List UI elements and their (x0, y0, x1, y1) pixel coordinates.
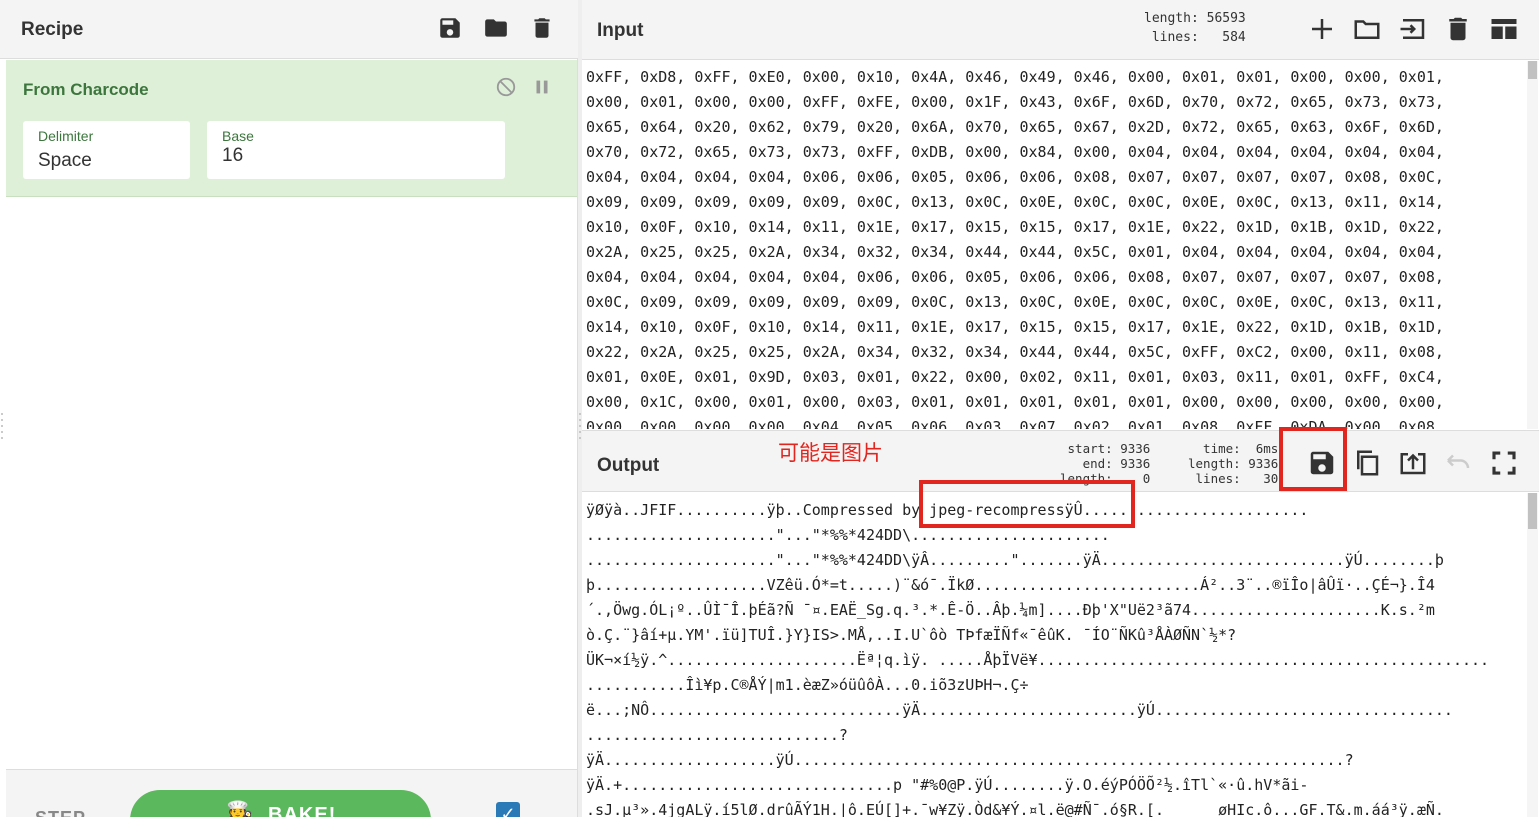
load-file-icon[interactable] (1398, 14, 1428, 44)
fullscreen-icon[interactable] (1489, 448, 1519, 478)
base-label: Base (222, 128, 254, 144)
output-scrollbar-thumb[interactable] (1528, 493, 1537, 529)
output-title: Output (597, 455, 660, 476)
input-textarea[interactable]: 0xFF, 0xD8, 0xFF, 0xE0, 0x00, 0x10, 0x4A… (582, 61, 1539, 429)
delimiter-field[interactable]: Delimiter Space (23, 121, 190, 179)
annotation-highlight-save (1279, 427, 1347, 491)
undo-icon[interactable] (1443, 448, 1473, 478)
clear-icon[interactable] (1443, 14, 1473, 44)
copy-icon[interactable] (1352, 448, 1382, 478)
step-button[interactable]: STEP (35, 808, 86, 817)
chef-icon: 🧑‍🍳 (226, 800, 254, 817)
base-field[interactable]: Base 16 (207, 121, 505, 179)
delimiter-label: Delimiter (38, 128, 94, 144)
recipe-footer: STEP 🧑‍🍳 BAKE! ✓ (6, 769, 577, 817)
recipe-header: Recipe (0, 0, 578, 59)
open-folder-icon[interactable] (1352, 14, 1382, 44)
recipe-pane: Recipe From Charcode Delimiter Space Bas… (0, 0, 578, 817)
replace-input-icon[interactable] (1398, 448, 1428, 478)
operation-from-charcode[interactable]: From Charcode Delimiter Space Base 16 (6, 60, 577, 197)
output-scrollbar[interactable] (1527, 493, 1538, 817)
input-scrollbar[interactable] (1527, 61, 1538, 429)
input-stats: length: 56593 lines: 584 (1144, 11, 1246, 45)
bake-button[interactable]: 🧑‍🍳 BAKE! (130, 790, 431, 817)
base-value: 16 (222, 145, 244, 166)
input-text[interactable]: 0xFF, 0xD8, 0xFF, 0xE0, 0x00, 0x10, 0x4A… (586, 65, 1516, 429)
output-textarea[interactable]: ÿØÿà..JFIF..........ÿþ..Compressed by jp… (582, 493, 1527, 817)
output-text[interactable]: ÿØÿà..JFIF..........ÿþ..Compressed by jp… (586, 498, 1526, 817)
operation-name: From Charcode (23, 80, 149, 99)
delimiter-value: Space (38, 150, 92, 171)
input-scrollbar-thumb[interactable] (1528, 61, 1537, 79)
auto-bake-checkbox[interactable]: ✓ (496, 802, 520, 817)
save-icon[interactable] (437, 15, 463, 41)
input-header: Input length: 56593 lines: 584 (582, 0, 1539, 60)
add-icon[interactable] (1307, 14, 1337, 44)
input-title: Input (597, 20, 644, 41)
pause-icon[interactable] (531, 76, 553, 98)
annotation-note: 可能是图片 (778, 442, 883, 465)
disable-icon[interactable] (495, 76, 517, 98)
recipe-title: Recipe (21, 19, 84, 40)
layout-icon[interactable] (1489, 14, 1519, 44)
annotation-highlight-text (919, 480, 1135, 528)
folder-icon[interactable] (483, 15, 509, 41)
output-stats: time: 6ms length: 9336 lines: 30 (1188, 441, 1279, 486)
bake-label: BAKE! (268, 804, 337, 817)
trash-icon[interactable] (529, 15, 555, 41)
left-resize-grip[interactable] (0, 408, 4, 448)
